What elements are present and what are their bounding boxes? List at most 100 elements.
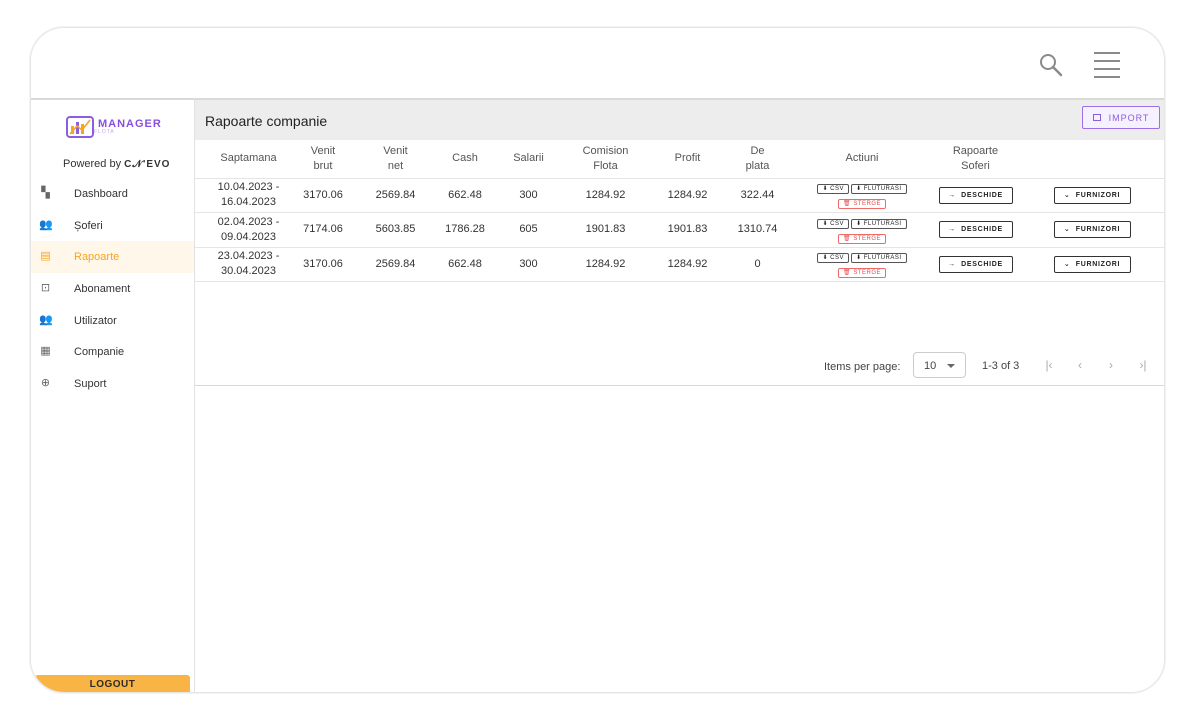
furnizori-button[interactable]: ⌄ FURNIZORI	[1053, 186, 1131, 204]
table-header-row: Saptamana Venit brut Venit net Cash Sala…	[195, 140, 1164, 178]
sterge-label: STERGE	[853, 201, 881, 208]
cell-deschide: → DESCHIDE	[933, 246, 1018, 282]
header-venit-net[interactable]: Venit net	[358, 140, 433, 178]
sidebar-item-suport[interactable]: ⊕ Suport	[31, 368, 194, 400]
fluturasi-label: FLUTURASI	[863, 255, 902, 262]
csv-label: CSV	[830, 186, 844, 193]
header-saptamana[interactable]: Saptamana	[195, 140, 288, 178]
cell-venit-brut: 3170.06	[288, 246, 358, 282]
next-page-icon[interactable]: ›	[1103, 357, 1119, 373]
header-cash[interactable]: Cash	[433, 140, 497, 178]
csv-label: CSV	[830, 220, 844, 227]
cell-deschide: → DESCHIDE	[933, 212, 1018, 247]
sidebar-item-oferi[interactable]: 👥 Șoferi	[31, 210, 194, 242]
deschide-label: DESCHIDE	[961, 226, 1003, 234]
sterge-label: STERGE	[853, 235, 881, 242]
deschide-label: DESCHIDE	[961, 260, 1003, 268]
cell-deplata: 1310.74	[724, 212, 791, 247]
top-app-bar	[31, 28, 1164, 98]
subscription-icon: ⊡	[40, 282, 51, 295]
cell-comision: 1284.92	[560, 177, 651, 213]
cell-profit: 1901.83	[651, 212, 724, 247]
fluturasi-download-button[interactable]: ⬇ FLUTURASI	[851, 253, 907, 264]
import-icon	[1092, 114, 1101, 121]
powered-by: Powered by C𝒩'EVO	[63, 158, 170, 170]
cell-comision: 1284.92	[560, 246, 651, 282]
furnizori-button[interactable]: ⌄ FURNIZORI	[1053, 221, 1131, 239]
deschide-button[interactable]: → DESCHIDE	[938, 186, 1013, 204]
people-icon: 👥	[39, 218, 53, 231]
deschide-button[interactable]: → DESCHIDE	[938, 255, 1013, 273]
reports-table: Saptamana Venit brut Venit net Cash Sala…	[195, 140, 1164, 282]
header-deplata[interactable]: De plata	[724, 140, 791, 178]
main-content: Rapoarte companie IMPORT Saptamana Venit…	[195, 98, 1164, 692]
import-button[interactable]: IMPORT	[1082, 106, 1160, 129]
header-comision[interactable]: Comision Flota	[560, 140, 651, 178]
sidebar: MANAGER FLOTA Powered by C𝒩'EVO ▚ Dashboa…	[31, 98, 195, 692]
cell-actions: ⬇ CSV ⬇ FLUTURASI 🗑 STERGE	[791, 246, 933, 282]
cell-cash: 1786.28	[433, 212, 497, 247]
header-empty	[1018, 140, 1164, 178]
last-page-icon[interactable]: ›|	[1135, 357, 1151, 373]
sidebar-item-companie[interactable]: ▦ Companie	[31, 336, 194, 368]
sidebar-item-label: Companie	[74, 346, 125, 359]
page-header: Rapoarte companie IMPORT	[195, 98, 1164, 140]
sterge-button[interactable]: 🗑 STERGE	[838, 233, 886, 244]
first-page-icon[interactable]: |‹	[1041, 357, 1057, 373]
app-logo: MANAGER FLOTA	[66, 114, 162, 140]
header-salarii[interactable]: Salarii	[497, 140, 560, 178]
hamburger-menu-icon[interactable]	[1094, 52, 1120, 78]
furnizori-label: FURNIZORI	[1075, 260, 1121, 268]
sidebar-item-label: Suport	[74, 377, 107, 390]
fluturasi-label: FLUTURASI	[863, 220, 902, 227]
page-size-select[interactable]: 10	[913, 352, 966, 378]
sterge-button[interactable]: 🗑 STERGE	[838, 268, 886, 279]
sidebar-item-label: Abonament	[74, 282, 131, 295]
logo-chart-icon	[66, 116, 94, 138]
page-range: 1-3 of 3	[982, 360, 1020, 372]
header-venit-brut[interactable]: Venit brut	[288, 140, 358, 178]
sterge-label: STERGE	[853, 270, 881, 277]
fluturasi-download-button[interactable]: ⬇ FLUTURASI	[851, 184, 907, 195]
csv-download-button[interactable]: ⬇ CSV	[817, 184, 849, 195]
document-icon: ▤	[40, 250, 51, 263]
cell-venit-brut: 3170.06	[288, 177, 358, 213]
building-icon: ▦	[40, 345, 51, 358]
logo-text: MANAGER	[98, 118, 162, 130]
cell-furnizori: ⌄ FURNIZORI	[1018, 177, 1164, 213]
page-size-value: 10	[924, 360, 937, 372]
cell-salarii: 300	[497, 177, 560, 213]
powered-brand: C𝒩'EVO	[124, 159, 171, 170]
cell-cash: 662.48	[433, 177, 497, 213]
sidebar-item-abonament[interactable]: ⊡ Abonament	[31, 273, 194, 305]
table-row: 23.04.2023 - 30.04.2023 3170.06 2569.84 662…	[195, 246, 1164, 282]
search-icon[interactable]	[1038, 52, 1064, 78]
cell-comision: 1901.83	[560, 212, 651, 247]
csv-download-button[interactable]: ⬇ CSV	[817, 218, 849, 229]
sidebar-item-dashboard[interactable]: ▚ Dashboard	[31, 178, 194, 210]
logout-button[interactable]: LOGOUT	[35, 675, 190, 692]
sidebar-item-rapoarte[interactable]: ▤ Rapoarte	[31, 241, 194, 274]
page-title: Rapoarte companie	[205, 113, 328, 129]
powered-label: Powered by	[63, 158, 122, 170]
cell-cash: 662.48	[433, 246, 497, 282]
cell-salarii: 300	[497, 246, 560, 282]
furnizori-button[interactable]: ⌄ FURNIZORI	[1053, 255, 1131, 273]
sidebar-item-label: Rapoarte	[74, 251, 120, 264]
fluturasi-download-button[interactable]: ⬇ FLUTURASI	[851, 218, 907, 229]
header-profit[interactable]: Profit	[651, 140, 724, 178]
cell-saptamana: 10.04.2023 - 16.04.2023	[195, 177, 288, 213]
deschide-button[interactable]: → DESCHIDE	[938, 221, 1013, 239]
csv-download-button[interactable]: ⬇ CSV	[817, 253, 849, 264]
sidebar-item-utilizator[interactable]: 👥 Utilizator	[31, 305, 194, 337]
table-row: 02.04.2023 - 09.04.2023 7174.06 5603.85 178…	[195, 212, 1164, 247]
previous-page-icon[interactable]: ‹	[1072, 357, 1088, 373]
cell-profit: 1284.92	[651, 177, 724, 213]
cell-deplata: 0	[724, 246, 791, 282]
sterge-button[interactable]: 🗑 STERGE	[838, 199, 886, 210]
cell-actions: ⬇ CSV ⬇ FLUTURASI 🗑 STERGE	[791, 177, 933, 213]
app-window: MANAGER FLOTA Powered by C𝒩'EVO ▚ Dashboa…	[30, 27, 1165, 693]
furnizori-label: FURNIZORI	[1075, 226, 1121, 234]
header-rapoarte-soferi: Rapoarte Soferi	[952, 144, 999, 172]
fluturasi-label: FLUTURASI	[863, 186, 902, 193]
